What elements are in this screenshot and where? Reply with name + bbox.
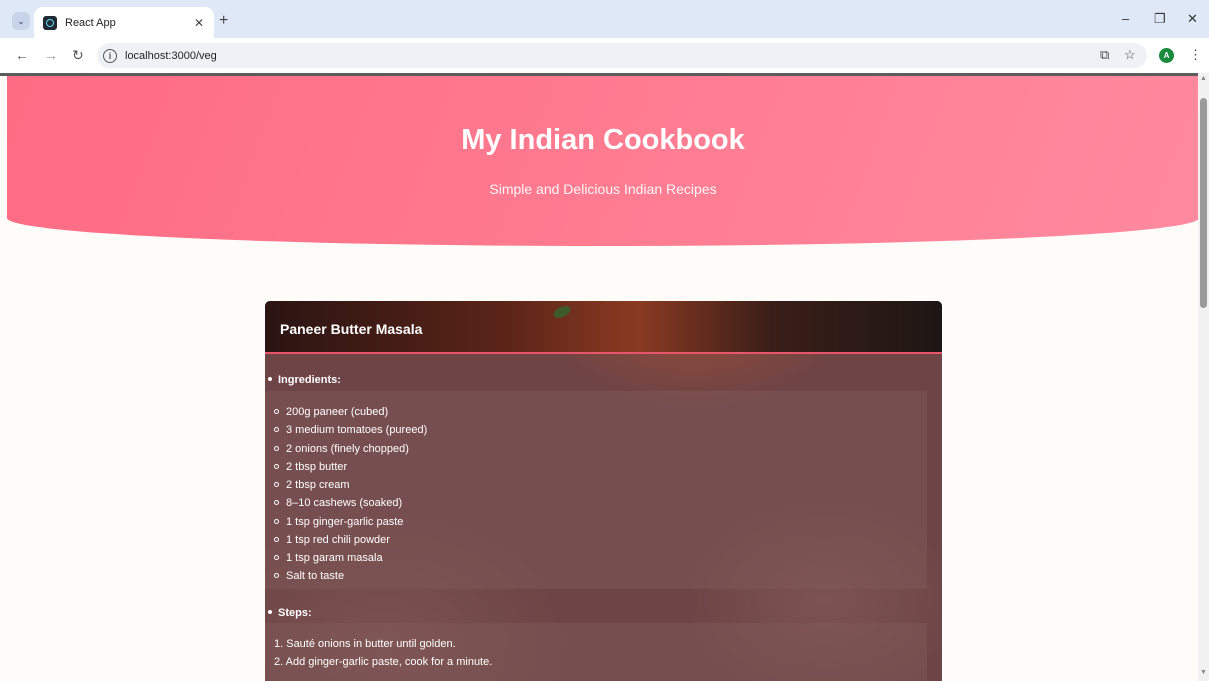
recipe-title: Paneer Butter Masala <box>280 321 423 337</box>
scroll-up-arrow-icon[interactable]: ▲ <box>1200 75 1207 82</box>
tab-search-chevron-down-icon[interactable]: ⌄ <box>12 12 30 30</box>
url-text[interactable]: localhost:3000/veg <box>125 50 217 62</box>
back-arrow-left-icon[interactable]: ← <box>15 47 29 63</box>
scroll-down-arrow-icon[interactable]: ▼ <box>1200 669 1207 676</box>
ingredient-item: 1 tsp garam masala <box>274 552 383 564</box>
ingredients-heading: Ingredients: <box>265 374 341 386</box>
kebab-menu-icon[interactable]: ⋮ <box>1189 48 1202 62</box>
browser-toolbar: ← → ↻ i localhost:3000/veg ⧉ ☆ A ⋮ <box>0 38 1209 73</box>
new-tab-plus-icon[interactable]: + <box>219 13 228 29</box>
reload-icon[interactable]: ↻ <box>72 47 84 63</box>
window-close-icon[interactable]: ✕ <box>1187 12 1198 26</box>
ingredient-item: 1 tsp ginger-garlic paste <box>274 516 403 528</box>
tab-strip: ⌄ React App ✕ + – ❐ ✕ <box>0 0 1209 38</box>
ingredients-label: Ingredients: <box>278 374 341 386</box>
page-subtitle: Simple and Delicious Indian Recipes <box>489 181 717 197</box>
ingredients-list: 200g paneer (cubed) 3 medium tomatoes (p… <box>265 391 927 589</box>
close-tab-close-icon[interactable]: ✕ <box>190 14 208 32</box>
address-bar[interactable]: i localhost:3000/veg <box>97 43 1147 68</box>
hero-banner: My Indian Cookbook Simple and Delicious … <box>7 76 1198 246</box>
ingredient-item: Salt to taste <box>274 570 344 582</box>
tab-react-app[interactable]: React App ✕ <box>34 7 214 38</box>
recipe-card: Paneer Butter Masala Ingredients: 200g p… <box>265 301 942 681</box>
garnish-decoration <box>551 303 573 321</box>
bookmark-star-icon[interactable]: ☆ <box>1124 48 1136 62</box>
cast-icon[interactable]: ⧉ <box>1100 48 1109 62</box>
step-item: 2. Add ginger-garlic paste, cook for a m… <box>274 656 493 668</box>
page-scrollbar[interactable]: ▲ ▼ <box>1198 73 1209 681</box>
scrollbar-thumb[interactable] <box>1200 98 1207 308</box>
ingredient-item: 8–10 cashews (soaked) <box>274 497 402 509</box>
tab-title: React App <box>65 16 116 29</box>
site-info-icon[interactable]: i <box>103 48 117 63</box>
react-favicon-icon <box>43 15 57 30</box>
ingredient-item: 200g paneer (cubed) <box>274 406 388 418</box>
minimize-icon[interactable]: – <box>1122 12 1129 26</box>
forward-arrow-right-icon[interactable]: → <box>44 47 58 63</box>
ingredient-item: 3 medium tomatoes (pureed) <box>274 424 427 436</box>
ingredient-item: 2 tbsp cream <box>274 479 350 491</box>
recipe-card-header: Paneer Butter Masala <box>265 301 942 354</box>
ingredient-item: 2 tbsp butter <box>274 461 347 473</box>
profile-avatar[interactable]: A <box>1159 48 1174 63</box>
step-item: 1. Sauté onions in butter until golden. <box>274 638 456 650</box>
ingredient-item: 2 onions (finely chopped) <box>274 443 409 455</box>
ingredient-item: 1 tsp red chili powder <box>274 534 390 546</box>
steps-list: 1. Sauté onions in butter until golden. … <box>265 623 927 681</box>
steps-label: Steps: <box>278 607 312 619</box>
page-title: My Indian Cookbook <box>461 124 745 156</box>
page-viewport: My Indian Cookbook Simple and Delicious … <box>0 76 1198 681</box>
restore-icon[interactable]: ❐ <box>1154 12 1166 26</box>
steps-heading: Steps: <box>265 607 312 619</box>
